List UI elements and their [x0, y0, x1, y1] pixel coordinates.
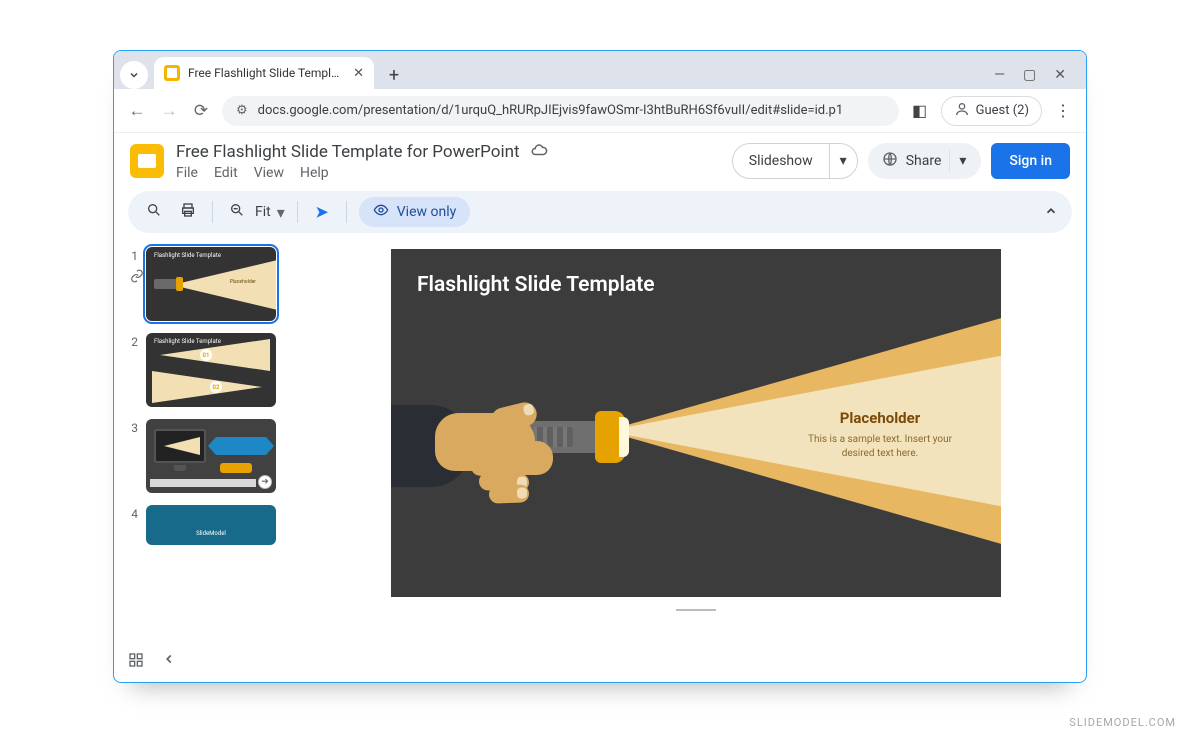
document-title[interactable]: Free Flashlight Slide Template for Power…: [176, 142, 520, 162]
collapse-toolbar-icon[interactable]: [1044, 203, 1058, 222]
forward-button[interactable]: →: [158, 101, 180, 121]
slide-number: 4: [124, 505, 138, 521]
slide-thumbnail-1[interactable]: Flashlight Slide Template Placeholder: [146, 247, 276, 321]
profile-label: Guest (2): [976, 103, 1029, 118]
close-window-button[interactable]: ✕: [1054, 67, 1066, 83]
share-label: Share: [906, 153, 942, 169]
minimize-button[interactable]: —: [994, 67, 1005, 83]
hand-grip: [495, 441, 553, 475]
zoom-icon: [225, 202, 249, 222]
slide-filmstrip: 1 Flashlight Slide Template Placeholder …: [114, 243, 314, 682]
view-mode-label: View only: [397, 204, 456, 220]
flashlight-lens: [619, 417, 629, 457]
placeholder-text: This is a sample text. Insert your desir…: [795, 433, 965, 460]
new-tab-button[interactable]: +: [380, 61, 408, 89]
sign-in-button[interactable]: Sign in: [991, 143, 1070, 179]
side-panel-icon[interactable]: ◧: [909, 101, 931, 120]
tab-search-button[interactable]: [120, 61, 148, 89]
speaker-notes-handle[interactable]: [676, 607, 716, 611]
browser-menu-icon[interactable]: ⋮: [1052, 101, 1074, 120]
slide-thumbnail-3[interactable]: ➜: [146, 419, 276, 493]
slide-thumbnail-2[interactable]: Flashlight Slide Template 01 02: [146, 333, 276, 407]
print-icon[interactable]: [176, 202, 200, 222]
profile-chip[interactable]: Guest (2): [941, 96, 1042, 126]
collapse-filmstrip-icon[interactable]: [162, 652, 176, 672]
slide-canvas[interactable]: Flashlight Slide Template Placeholder Th…: [391, 249, 1001, 597]
slides-logo[interactable]: [130, 144, 164, 178]
zoom-label: Fit: [255, 204, 271, 220]
canvas-area: Flashlight Slide Template Placeholder Th…: [314, 243, 1086, 682]
menu-file[interactable]: File: [176, 165, 198, 181]
back-button[interactable]: ←: [126, 101, 148, 121]
slide-title: Flashlight Slide Template: [417, 273, 655, 297]
zoom-dropdown[interactable]: Fit ▾: [225, 202, 285, 222]
maximize-button[interactable]: ▢: [1023, 67, 1036, 83]
url-text: docs.google.com/presentation/d/1urquQ_hR…: [258, 103, 843, 118]
eye-icon: [373, 202, 389, 222]
watermark: SLIDEMODEL.COM: [1069, 716, 1176, 729]
thumb-action-icon[interactable]: ➜: [258, 475, 272, 489]
header-actions: Slideshow ▾ Share ▾ Sign in: [732, 143, 1070, 179]
placeholder-title: Placeholder: [795, 409, 965, 427]
tab-close-button[interactable]: ✕: [353, 66, 364, 81]
placeholder-block: Placeholder This is a sample text. Inser…: [795, 409, 965, 460]
slide-number: 1: [124, 247, 138, 263]
browser-tab[interactable]: Free Flashlight Slide Template f ✕: [154, 57, 374, 89]
document-body: 1 Flashlight Slide Template Placeholder …: [114, 243, 1086, 682]
slideshow-dropdown[interactable]: ▾: [830, 144, 857, 178]
slides-favicon: [164, 65, 180, 81]
slideshow-button[interactable]: Slideshow ▾: [732, 143, 858, 179]
slideshow-label: Slideshow: [749, 153, 813, 169]
docs-title-block: Free Flashlight Slide Template for Power…: [176, 141, 720, 181]
browser-window: Free Flashlight Slide Template f ✕ + — ▢…: [113, 50, 1087, 683]
grid-view-icon[interactable]: [128, 652, 144, 672]
toolbar: Fit ▾ ➤ View only: [128, 191, 1072, 233]
share-dropdown[interactable]: ▾: [949, 150, 975, 172]
slide-number: 2: [124, 333, 138, 349]
tab-strip: Free Flashlight Slide Template f ✕ + — ▢…: [114, 51, 1086, 89]
select-tool-icon[interactable]: ➤: [310, 203, 334, 221]
search-icon[interactable]: [142, 202, 166, 222]
guest-icon: [954, 101, 970, 121]
filmstrip-footer: [128, 652, 176, 672]
menu-view[interactable]: View: [254, 165, 284, 181]
sign-in-label: Sign in: [1009, 153, 1052, 169]
globe-icon: [882, 151, 898, 171]
slide-thumbnail-4[interactable]: SlideModel: [146, 505, 276, 545]
docs-header: Free Flashlight Slide Template for Power…: [114, 133, 1086, 185]
view-mode-pill[interactable]: View only: [359, 197, 470, 227]
cloud-status-icon[interactable]: [530, 141, 548, 163]
menu-bar: File Edit View Help: [176, 165, 720, 181]
tab-title: Free Flashlight Slide Template f: [188, 66, 345, 80]
share-button[interactable]: Share ▾: [868, 143, 982, 179]
menu-edit[interactable]: Edit: [214, 165, 238, 181]
menu-help[interactable]: Help: [300, 165, 329, 181]
link-icon: [130, 269, 144, 287]
reload-button[interactable]: ⟳: [190, 101, 212, 121]
address-bar: ← → ⟳ ⚙ docs.google.com/presentation/d/1…: [114, 89, 1086, 133]
slide-number: 3: [124, 419, 138, 435]
url-field[interactable]: ⚙ docs.google.com/presentation/d/1urquQ_…: [222, 96, 899, 126]
site-info-icon[interactable]: ⚙: [236, 103, 248, 118]
window-controls: — ▢ ✕: [994, 67, 1080, 89]
